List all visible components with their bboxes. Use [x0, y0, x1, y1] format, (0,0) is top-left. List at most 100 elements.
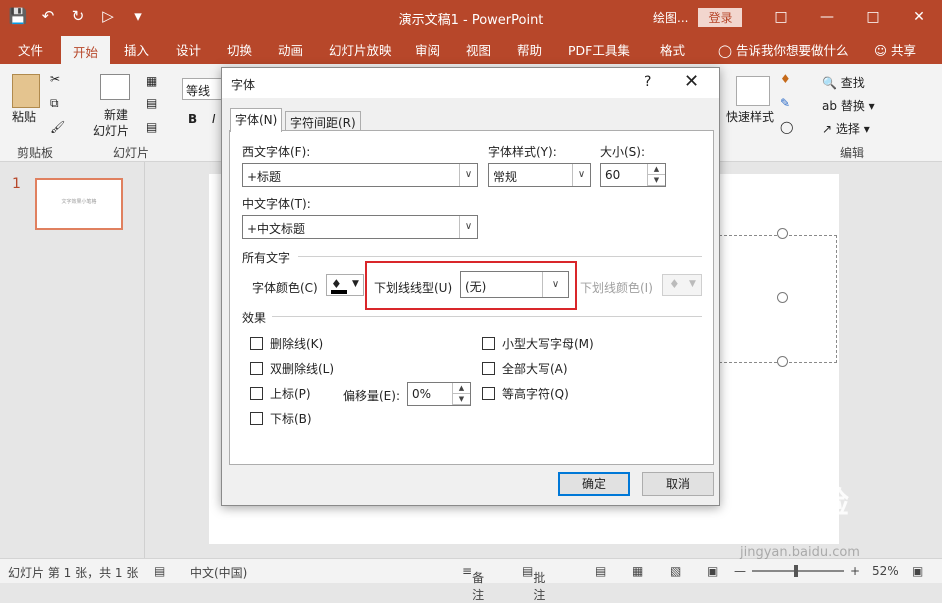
reset-icon[interactable]: ▤ [146, 96, 157, 110]
quick-access-toolbar: 💾 ↶ ↻ ▷ ▾ [8, 6, 148, 26]
all-caps-checkbox[interactable]: 全部大写(A) [482, 360, 568, 377]
login-button[interactable]: 登录 [698, 8, 743, 27]
offset-label: 偏移量(E): [343, 389, 400, 403]
equalize-height-checkbox[interactable]: 等高字符(Q) [482, 385, 569, 402]
slide-thumbnail[interactable]: 文字效果小笔格 [35, 178, 123, 230]
fit-slide-icon[interactable]: ▣ [912, 564, 923, 578]
tab-animations[interactable]: 动画 [278, 40, 303, 59]
western-font-select[interactable]: +标题 ∨ [242, 163, 478, 187]
tab-character-spacing[interactable]: 字符间距(R) [285, 111, 361, 131]
zoom-level[interactable]: 52% [872, 564, 899, 578]
tab-help[interactable]: 帮助 [517, 40, 542, 59]
tab-transitions[interactable]: 切换 [227, 40, 252, 59]
section-icon[interactable]: ▤ [146, 120, 157, 134]
tab-view[interactable]: 视图 [466, 40, 491, 59]
size-spinner[interactable]: 60 ▲ ▼ [600, 163, 666, 187]
tab-home[interactable]: 开始 [61, 36, 111, 64]
asian-font-select[interactable]: +中文标题 ∨ [242, 215, 478, 239]
font-name-box[interactable]: 等线 [182, 78, 222, 100]
group-slides: 幻灯片 [113, 146, 150, 160]
share-button[interactable]: ☺ 共享 [874, 40, 916, 59]
cut-icon[interactable]: ✂ [50, 72, 60, 86]
comments-button[interactable]: ▤ 批注 [522, 564, 545, 602]
new-slide-icon[interactable] [100, 74, 130, 100]
quick-styles-button[interactable]: 快速样式 [726, 108, 774, 125]
resize-handle[interactable] [777, 356, 788, 367]
tab-font[interactable]: 字体(N) [230, 108, 283, 132]
shape-outline-icon[interactable]: ✎ [780, 96, 790, 110]
shape-fill-icon[interactable]: ♦ [780, 72, 791, 86]
ok-button[interactable]: 确定 [558, 472, 630, 496]
select-button[interactable]: ↗ 选择 ▾ [822, 120, 870, 137]
maximize-icon[interactable]: □ [850, 0, 896, 34]
replace-button[interactable]: ab 替换 ▾ [822, 97, 875, 114]
double-strikethrough-checkbox[interactable]: 双删除线(L) [250, 360, 334, 377]
tab-file[interactable]: 文件 [18, 40, 43, 59]
tab-pdf[interactable]: PDF工具集 [568, 40, 630, 59]
resize-handle[interactable] [777, 292, 788, 303]
dialog-close-icon[interactable]: ✕ [684, 71, 699, 92]
zoom-slider[interactable] [752, 570, 844, 572]
tab-slideshow[interactable]: 幻灯片放映 [329, 40, 392, 59]
italic-icon[interactable]: I [212, 112, 216, 126]
paste-button[interactable]: 粘贴 [12, 108, 36, 125]
shape-effects-icon[interactable]: ◯ [780, 120, 793, 134]
strikethrough-checkbox[interactable]: 删除线(K) [250, 335, 323, 352]
spinner-arrows[interactable]: ▲ ▼ [452, 383, 470, 405]
language-indicator[interactable]: 中文(中国) [190, 564, 247, 581]
slideshow-view-icon[interactable]: ▣ [707, 564, 718, 578]
copy-icon[interactable]: ⧉ [50, 96, 59, 111]
present-icon[interactable]: ▷ [98, 6, 118, 26]
format-painter-icon[interactable]: 🖌 [50, 120, 65, 134]
spellcheck-icon[interactable]: ▤ [154, 564, 165, 578]
new-slide-label-1[interactable]: 新建 [104, 106, 128, 123]
zoom-out-icon[interactable]: — [734, 564, 746, 578]
user-name[interactable]: 绘图... [653, 9, 688, 26]
offset-spinner[interactable]: 0% ▲ ▼ [407, 382, 471, 406]
dialog-title: 字体 [231, 78, 256, 92]
layout-icon[interactable]: ▦ [146, 74, 157, 88]
tab-review[interactable]: 审阅 [415, 40, 440, 59]
paste-icon[interactable] [12, 74, 40, 108]
redo-icon[interactable]: ↻ [68, 6, 88, 26]
help-button[interactable]: ? [644, 74, 651, 90]
font-color-button[interactable]: ♦ ▼ [326, 274, 364, 296]
cancel-button[interactable]: 取消 [642, 472, 714, 496]
normal-view-icon[interactable]: ▤ [595, 564, 606, 578]
font-dialog: 字体 ? ✕ 字体(N) 字符间距(R) 西文字体(F): +标题 ∨ 字体样式… [221, 67, 720, 506]
font-style-select[interactable]: 常规 ∨ [488, 163, 591, 187]
ribbon-display-icon[interactable]: □ [758, 0, 804, 34]
tell-me-search[interactable]: ◯ 告诉我你想要做什么 [718, 40, 848, 59]
checkbox-box [250, 337, 263, 350]
resize-handle[interactable] [777, 228, 788, 239]
save-icon[interactable]: 💾 [8, 6, 28, 26]
tab-insert[interactable]: 插入 [124, 40, 149, 59]
zoom-in-icon[interactable]: + [850, 564, 860, 578]
checkbox-box [482, 387, 495, 400]
new-slide-label-2[interactable]: 幻灯片 [93, 122, 129, 139]
spinner-arrows[interactable]: ▲ ▼ [647, 164, 665, 186]
superscript-checkbox[interactable]: 上标(P) [250, 385, 311, 402]
slide-sorter-icon[interactable]: ▦ [632, 564, 643, 578]
underline-color-button[interactable]: ♦ ▼ [662, 274, 702, 296]
bold-icon[interactable]: B [188, 112, 197, 126]
close-icon[interactable]: ✕ [896, 0, 942, 34]
tab-design[interactable]: 设计 [176, 40, 201, 59]
reading-view-icon[interactable]: ▧ [670, 564, 681, 578]
tab-format[interactable]: 格式 [660, 40, 685, 59]
quick-styles-icon[interactable] [736, 76, 770, 106]
font-color-label: 字体颜色(C) [252, 281, 318, 295]
ribbon-tabs: 文件 开始 插入 设计 切换 动画 幻灯片放映 审阅 视图 帮助 PDF工具集 … [0, 34, 942, 64]
customize-icon[interactable]: ▾ [128, 6, 148, 26]
notes-button[interactable]: ≡ 备注 [462, 564, 484, 602]
color-swatch [331, 290, 347, 294]
undo-icon[interactable]: ↶ [38, 6, 58, 26]
checkbox-box [250, 387, 263, 400]
chevron-down-icon: ∨ [572, 164, 590, 186]
subscript-checkbox[interactable]: 下标(B) [250, 410, 312, 427]
find-button[interactable]: 🔍 查找 [822, 74, 865, 91]
minimize-icon[interactable]: — [804, 0, 850, 34]
zoom-thumb[interactable] [794, 565, 798, 577]
small-caps-checkbox[interactable]: 小型大写字母(M) [482, 335, 594, 352]
paint-bucket-icon: ♦ [331, 277, 342, 291]
